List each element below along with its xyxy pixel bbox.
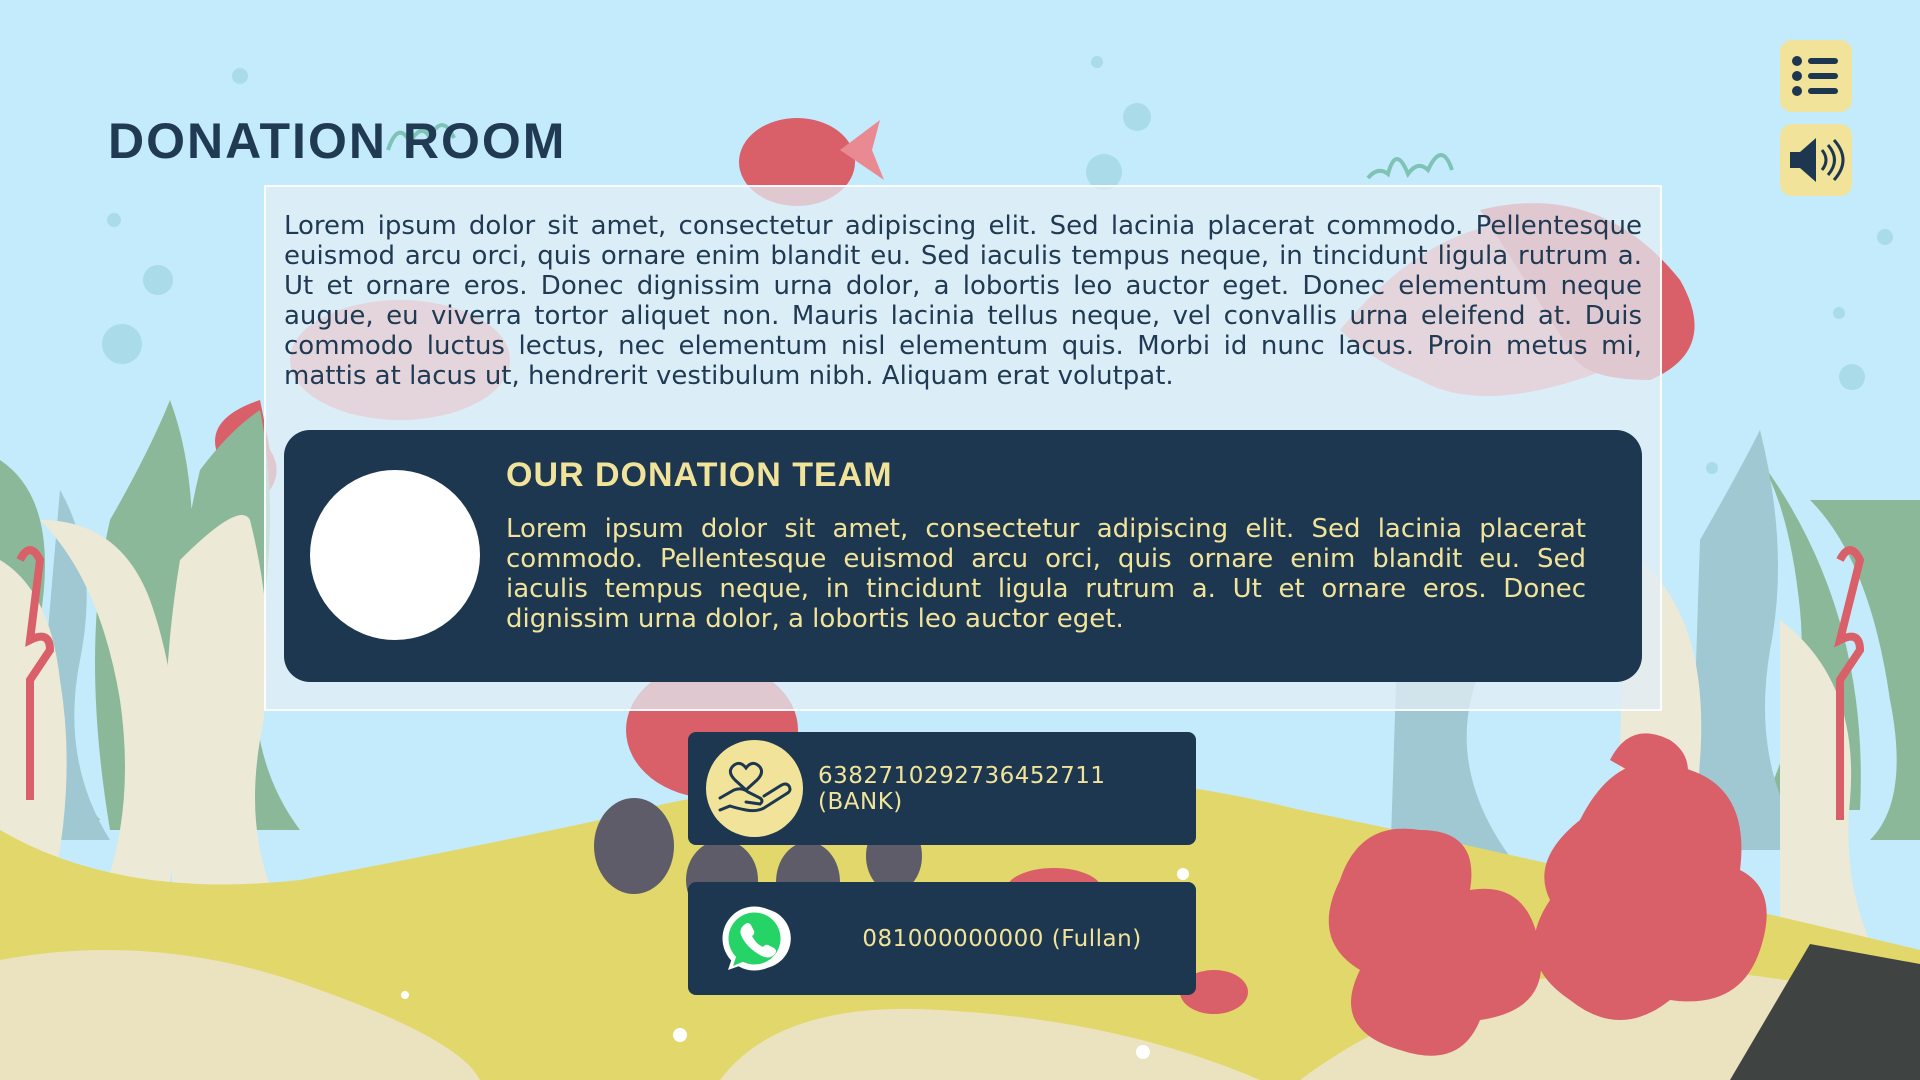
speaker-volume-icon [1790,138,1845,182]
avatar [310,470,480,640]
rock [594,798,674,894]
sound-button[interactable] [1780,124,1852,196]
team-description: Lorem ipsum dolor sit amet, consectetur … [506,514,1586,634]
donation-team-card: OUR DONATION TEAM Lorem ipsum dolor sit … [284,430,1642,682]
bank-contact-card[interactable]: 6382710292736452711 (BANK) [688,732,1196,845]
bank-account-text: 6382710292736452711 (BANK) [818,762,1106,815]
page-title: DONATION ROOM [108,113,567,169]
menu-button[interactable] [1780,40,1852,112]
intro-paragraph: Lorem ipsum dolor sit amet, consectetur … [284,211,1642,391]
donate-hand-heart-icon [706,740,803,837]
whatsapp-icon [722,906,791,971]
menu-list-icon [1792,56,1838,96]
whatsapp-number-text: 081000000000 (Fullan) [862,925,1142,952]
content-panel: Lorem ipsum dolor sit amet, consectetur … [264,185,1662,711]
team-heading: OUR DONATION TEAM [506,456,893,494]
whatsapp-contact-card[interactable]: 081000000000 (Fullan) [688,882,1196,995]
